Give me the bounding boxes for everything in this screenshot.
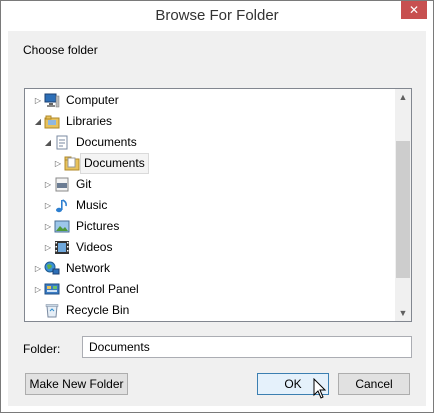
dialog-body: Choose folder ▷ Computer ◢ Libraries ◢ D… — [8, 31, 426, 406]
scroll-down-icon[interactable]: ▼ — [395, 305, 411, 321]
tree-item-pictures[interactable]: ▷ Pictures — [25, 216, 395, 237]
music-icon — [56, 199, 67, 213]
folder-tree[interactable]: ▷ Computer ◢ Libraries ◢ Documents ▷ Doc… — [24, 88, 412, 322]
tree-item-documents-library[interactable]: ◢ Documents — [25, 132, 395, 153]
folder-input[interactable]: Documents — [82, 336, 412, 358]
videos-icon — [55, 241, 69, 254]
control-panel-icon — [44, 283, 60, 295]
tree-item-label: Network — [66, 261, 111, 275]
tree-item-label: Videos — [76, 240, 113, 254]
tree-item-videos[interactable]: ▷ Videos — [25, 237, 395, 258]
expand-arrow-icon[interactable]: ▷ — [43, 174, 53, 195]
collapse-arrow-icon[interactable]: ◢ — [43, 132, 53, 153]
folder-icon — [64, 156, 80, 171]
tree-item-label: Recycle Bin — [66, 303, 130, 317]
expand-arrow-icon[interactable]: ▷ — [43, 237, 53, 258]
computer-icon — [44, 93, 60, 108]
browse-for-folder-dialog: Browse For Folder ✕ Choose folder ▷ Comp… — [0, 0, 434, 413]
tree-item-network[interactable]: ▷ Network — [25, 258, 395, 279]
scroll-thumb[interactable] — [396, 141, 410, 278]
library-icon — [44, 115, 60, 129]
pictures-icon — [54, 220, 70, 233]
tree-item-libraries[interactable]: ◢ Libraries — [25, 111, 395, 132]
tree-item-recycle-bin[interactable]: Recycle Bin — [25, 300, 395, 321]
vertical-scrollbar[interactable]: ▲ ▼ — [395, 89, 411, 321]
tree-item-music[interactable]: ▷ Music — [25, 195, 395, 216]
expand-arrow-icon[interactable]: ▷ — [33, 90, 43, 111]
tree-item-label: Pictures — [76, 219, 120, 233]
close-button[interactable]: ✕ — [401, 1, 427, 19]
recycle-bin-icon — [45, 304, 59, 318]
tree-item-label: Computer — [66, 93, 119, 107]
tree-item-computer[interactable]: ▷ Computer — [25, 90, 395, 111]
tree-item-label: Libraries — [66, 114, 113, 128]
tree-item-git[interactable]: ▷ Git — [25, 174, 395, 195]
make-new-folder-button[interactable]: Make New Folder — [25, 373, 128, 395]
expand-arrow-icon[interactable]: ▷ — [53, 153, 63, 174]
expand-arrow-icon[interactable]: ▷ — [33, 279, 43, 300]
tree-item-label: Documents — [80, 153, 149, 174]
git-library-icon — [55, 177, 69, 192]
tree-item-label: Documents — [76, 135, 137, 149]
cancel-button[interactable]: Cancel — [338, 373, 410, 395]
scroll-up-icon[interactable]: ▲ — [395, 89, 411, 105]
title-bar[interactable]: Browse For Folder ✕ — [1, 1, 433, 31]
tree-item-label: Control Panel — [66, 282, 139, 296]
folder-field-label: Folder: — [23, 342, 61, 356]
collapse-arrow-icon[interactable]: ◢ — [33, 111, 43, 132]
close-icon: ✕ — [408, 3, 420, 17]
mouse-cursor-icon — [313, 378, 327, 399]
prompt-text: Choose folder — [23, 43, 98, 57]
expand-arrow-icon[interactable]: ▷ — [43, 195, 53, 216]
window-title: Browse For Folder — [155, 7, 279, 24]
network-icon — [44, 261, 60, 275]
tree-item-label: Music — [76, 198, 108, 212]
expand-arrow-icon[interactable]: ▷ — [43, 216, 53, 237]
tree-item-label: Git — [76, 177, 92, 191]
tree-item-documents-folder[interactable]: ▷ Documents — [25, 153, 395, 174]
tree-item-control-panel[interactable]: ▷ Control Panel — [25, 279, 395, 300]
documents-library-icon — [56, 135, 68, 150]
expand-arrow-icon[interactable]: ▷ — [33, 258, 43, 279]
